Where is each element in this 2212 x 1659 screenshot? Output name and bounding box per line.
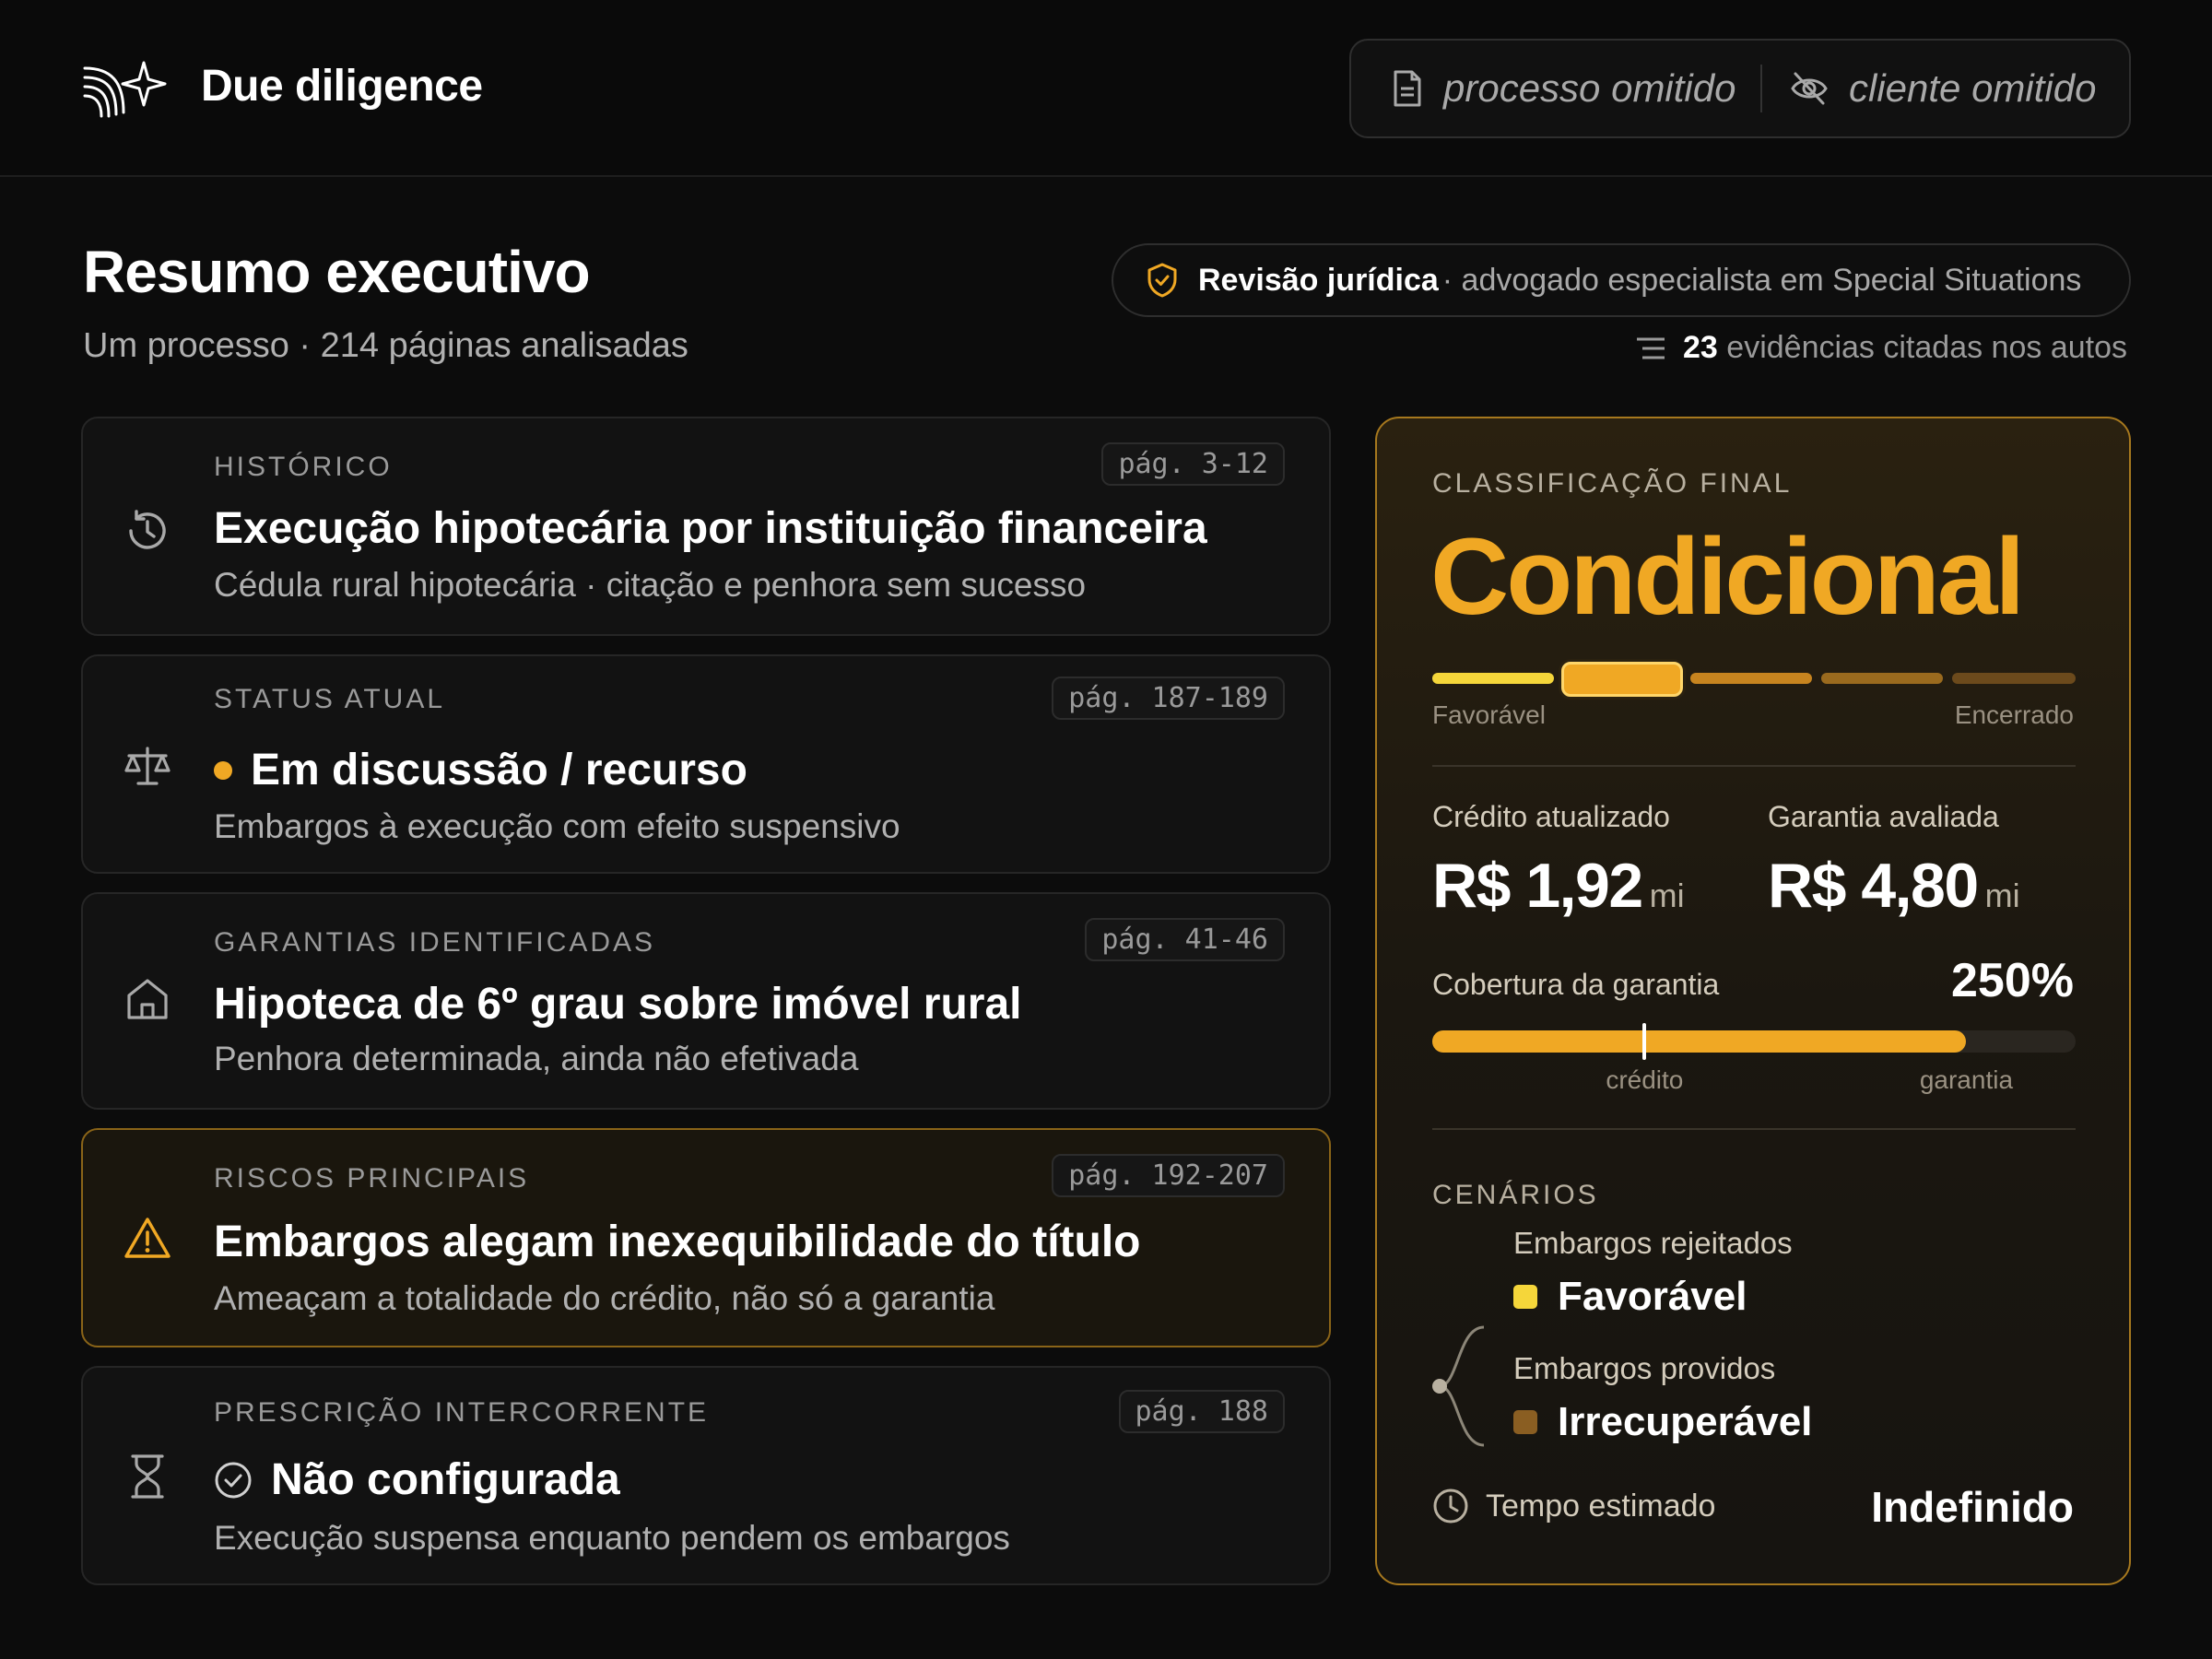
card-title-text: Hipoteca de 6º grau sobre imóvel rural bbox=[214, 980, 1022, 1029]
legal-review-badge: Revisão jurídica · advogado especialista… bbox=[1112, 243, 2131, 317]
evidence-text: evidências citadas nos autos bbox=[1726, 330, 2127, 365]
card-title: Execução hipotecária por instituição fin… bbox=[214, 503, 1207, 554]
top-bar: Due diligence processo omitido cliente o… bbox=[0, 0, 2212, 177]
review-title: Revisão jurídica bbox=[1198, 262, 1439, 298]
card-label: PRESCRIÇÃO INTERCORRENTE bbox=[214, 1397, 710, 1428]
eye-off-icon bbox=[1791, 72, 1828, 105]
coverage-label: Cobertura da garantia bbox=[1432, 968, 1720, 1001]
scale-step-3 bbox=[1690, 673, 1812, 684]
credit-amount: R$ 1,92 bbox=[1432, 851, 1643, 921]
card-label: STATUS ATUAL bbox=[214, 684, 446, 714]
client-label: cliente omitido bbox=[1849, 66, 2097, 110]
list-icon bbox=[1637, 337, 1665, 359]
classification-panel: CLASSIFICAÇÃO FINAL Condicional Favoráve… bbox=[1375, 417, 2131, 1585]
card-label: HISTÓRICO bbox=[214, 452, 393, 482]
credit-label: Crédito atualizado bbox=[1432, 800, 1670, 833]
card-title-text: Execução hipotecária por instituição fin… bbox=[214, 504, 1207, 553]
guarantee-amount: R$ 4,80 bbox=[1768, 851, 1979, 921]
scenario-result: Irrecuperável bbox=[1513, 1399, 1812, 1445]
client-omitted[interactable]: cliente omitido bbox=[1762, 41, 2096, 136]
evidence-number: 23 bbox=[1683, 330, 1718, 365]
card-historico[interactable]: HISTÓRICO pág. 3-12 Execução hipotecária… bbox=[81, 417, 1331, 636]
clock-icon bbox=[1433, 1488, 1468, 1524]
page-title: Resumo executivo bbox=[83, 239, 591, 305]
page-ref-badge[interactable]: pág. 188 bbox=[1118, 1390, 1285, 1433]
card-label: GARANTIAS IDENTIFICADAS bbox=[214, 927, 656, 958]
card-description: Embargos à execução com efeito suspensiv… bbox=[214, 807, 900, 845]
evidence-count: 23 evidências citadas nos autos bbox=[1635, 330, 2127, 366]
case-info-pill: processo omitido cliente omitido bbox=[1349, 39, 2131, 138]
credit-marker bbox=[1642, 1023, 1647, 1060]
page-subtitle: Um processo · 214 páginas analisadas bbox=[83, 326, 688, 365]
estimated-time-value: Indefinido bbox=[1871, 1483, 2074, 1531]
process-omitted[interactable]: processo omitido bbox=[1351, 41, 1760, 136]
card-description: Cédula rural hipotecária · citação e pen… bbox=[214, 566, 1087, 604]
card-title-text: Não configurada bbox=[271, 1455, 620, 1504]
document-icon bbox=[1394, 70, 1421, 107]
scenario-result-text: Irrecuperável bbox=[1558, 1399, 1813, 1444]
app-title: Due diligence bbox=[201, 62, 483, 111]
warning-icon bbox=[124, 1218, 171, 1258]
process-label: processo omitido bbox=[1443, 66, 1736, 110]
scale-step-2-selected bbox=[1561, 662, 1683, 697]
page-ref-badge[interactable]: pág. 41-46 bbox=[1085, 918, 1285, 961]
page-ref-badge[interactable]: pág. 3-12 bbox=[1101, 442, 1285, 486]
scenario-color-swatch bbox=[1513, 1285, 1537, 1309]
scenario-result-text: Favorável bbox=[1558, 1274, 1747, 1319]
coverage-value: 250% bbox=[1951, 954, 2074, 1007]
card-title-text: Em discussão / recurso bbox=[251, 746, 747, 794]
scenarios-label: CENÁRIOS bbox=[1432, 1180, 1599, 1210]
card-prescricao[interactable]: PRESCRIÇÃO INTERCORRENTE pág. 188 Não co… bbox=[81, 1366, 1331, 1585]
credit-value: R$ 1,92 mi bbox=[1432, 850, 1685, 922]
card-label: RISCOS PRINCIPAIS bbox=[214, 1163, 530, 1194]
card-title-text: Embargos alegam inexequibilidade do títu… bbox=[214, 1218, 1141, 1266]
scenario-branch-connector bbox=[1432, 1325, 1485, 1447]
estimated-time: Tempo estimado bbox=[1432, 1488, 1715, 1524]
scenario-color-swatch bbox=[1513, 1410, 1537, 1434]
scale-icon bbox=[124, 747, 171, 785]
scenario-condition: Embargos providos bbox=[1513, 1351, 1776, 1385]
card-description: Execução suspensa enquanto pendem os emb… bbox=[214, 1519, 1010, 1557]
card-title: Não configurada bbox=[214, 1454, 620, 1505]
house-icon bbox=[127, 979, 168, 1019]
check-circle-icon bbox=[215, 1462, 252, 1498]
history-icon bbox=[129, 510, 166, 549]
card-status[interactable]: STATUS ATUAL pág. 187-189 Em discussão /… bbox=[81, 654, 1331, 874]
guarantee-value: R$ 4,80 mi bbox=[1768, 850, 2020, 922]
guarantee-unit: mi bbox=[1984, 877, 2020, 914]
card-title: Hipoteca de 6º grau sobre imóvel rural bbox=[214, 979, 1021, 1030]
scale-step-4 bbox=[1821, 673, 1943, 684]
logo-icon bbox=[83, 61, 167, 118]
page-ref-badge[interactable]: pág. 192-207 bbox=[1052, 1154, 1285, 1197]
scenario-result: Favorável bbox=[1513, 1274, 1747, 1320]
divider bbox=[1432, 765, 2076, 767]
card-garantias[interactable]: GARANTIAS IDENTIFICADAS pág. 41-46 Hipot… bbox=[81, 892, 1331, 1110]
card-description: Ameaçam a totalidade do crédito, não só … bbox=[214, 1279, 995, 1317]
review-description: · advogado especialista em Special Situa… bbox=[1441, 262, 2082, 298]
page-ref-badge[interactable]: pág. 187-189 bbox=[1052, 677, 1285, 720]
divider bbox=[1432, 1128, 2076, 1130]
coverage-bar bbox=[1432, 1023, 2076, 1060]
scale-step-1 bbox=[1432, 673, 1554, 684]
guarantee-label: Garantia avaliada bbox=[1768, 800, 1999, 833]
guarantee-tick-label: garantia bbox=[1919, 1065, 2014, 1094]
credit-unit: mi bbox=[1649, 877, 1685, 914]
scale-left-label: Favorável bbox=[1432, 700, 1546, 729]
estimated-time-label: Tempo estimado bbox=[1486, 1488, 1716, 1524]
card-description: Penhora determinada, ainda não efetivada bbox=[214, 1040, 859, 1077]
scale-step-5 bbox=[1952, 673, 2076, 684]
card-riscos[interactable]: RISCOS PRINCIPAIS pág. 192-207 Embargos … bbox=[81, 1128, 1331, 1347]
classification-value: Condicional bbox=[1430, 516, 2025, 638]
status-dot bbox=[214, 760, 232, 780]
card-title: Embargos alegam inexequibilidade do títu… bbox=[214, 1217, 1141, 1267]
classification-label: CLASSIFICAÇÃO FINAL bbox=[1432, 468, 1793, 499]
shield-check-icon bbox=[1147, 263, 1177, 298]
coverage-bar-fill bbox=[1432, 1030, 1967, 1053]
hourglass-icon bbox=[131, 1454, 164, 1499]
scale-right-label: Encerrado bbox=[1954, 700, 2074, 729]
card-title: Em discussão / recurso bbox=[214, 745, 747, 795]
scenario-condition: Embargos rejeitados bbox=[1513, 1226, 1793, 1260]
credit-tick-label: crédito bbox=[1606, 1065, 1684, 1094]
